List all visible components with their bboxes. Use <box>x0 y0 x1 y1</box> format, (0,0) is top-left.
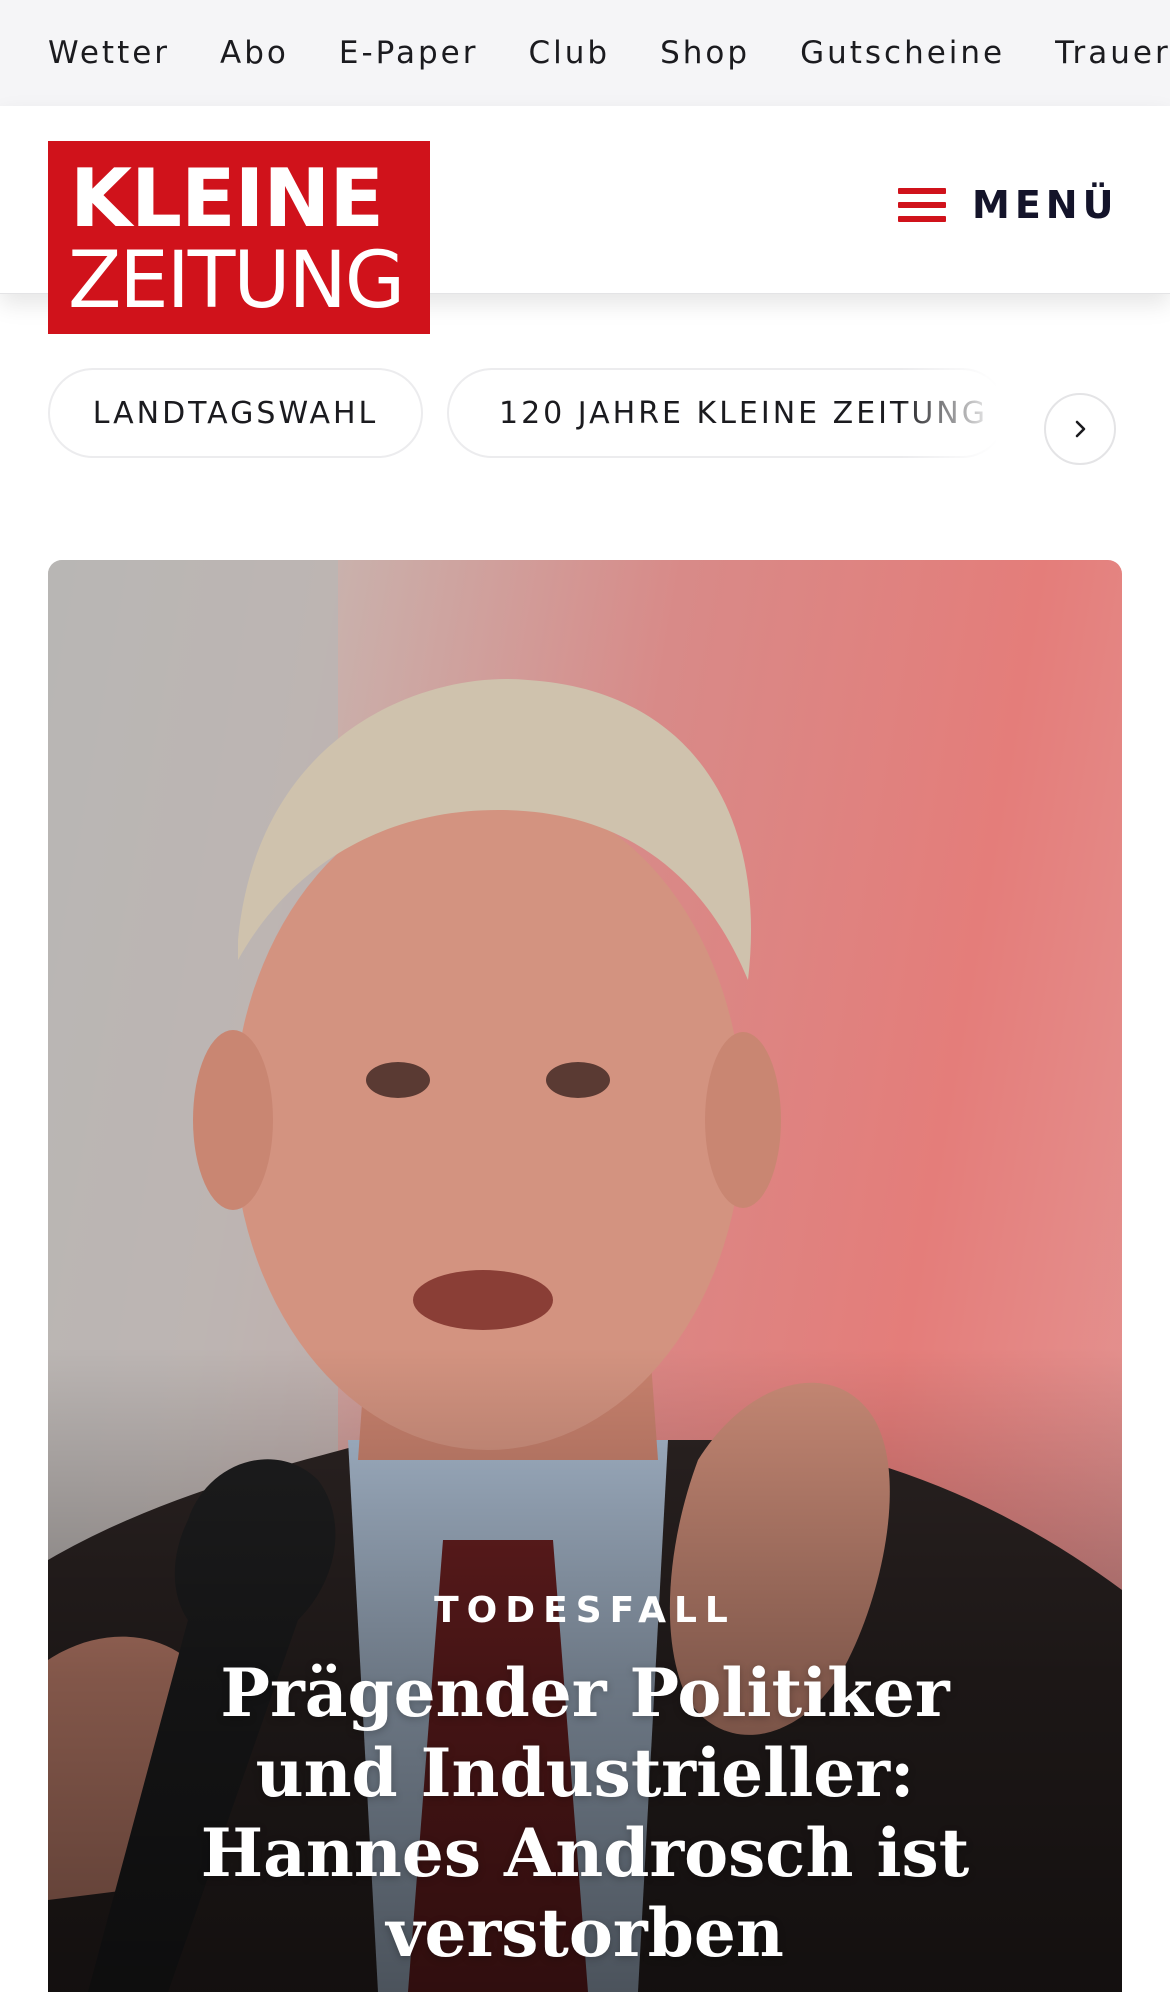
kleine-zeitung-logo[interactable]: KLEINE ZEITUNG <box>48 141 430 334</box>
chevron-right-icon <box>1075 420 1086 438</box>
service-nav-epaper[interactable]: E-Paper <box>339 35 479 71</box>
hero-headline[interactable]: Prägender Politiker und Industrieller: H… <box>48 1653 1122 1973</box>
service-nav: Wetter Abo E-Paper Club Shop Gutscheine … <box>0 0 1170 106</box>
service-nav-club[interactable]: Club <box>528 35 610 71</box>
hero-kicker: TODESFALL <box>434 1590 736 1631</box>
service-nav-abo[interactable]: Abo <box>220 35 289 71</box>
hero-teaser[interactable]: TODESFALL Prägender Politiker und Indust… <box>48 560 1122 1992</box>
logo-line-1: KLEINE <box>70 152 384 245</box>
hero-text-block: TODESFALL Prägender Politiker und Indust… <box>48 1590 1122 1973</box>
hamburger-icon <box>898 188 946 222</box>
service-nav-weather[interactable]: Wetter <box>48 35 170 71</box>
topic-chip-landtagswahl[interactable]: LANDTAGSWAHL <box>48 368 423 458</box>
menu-label: MENÜ <box>972 183 1119 227</box>
site-header: KLEINE ZEITUNG MENÜ <box>0 106 1170 334</box>
service-nav-shop[interactable]: Shop <box>660 35 750 71</box>
service-nav-list: Wetter Abo E-Paper Club Shop Gutscheine … <box>48 0 1170 106</box>
logo-line-2: ZEITUNG <box>68 236 405 326</box>
topic-chips: LANDTAGSWAHL 120 JAHRE KLEINE ZEITUNG <box>0 368 1170 465</box>
service-nav-obituaries[interactable]: Trauerp <box>1055 35 1170 71</box>
menu-button[interactable]: MENÜ <box>898 170 1118 240</box>
chips-next-button[interactable] <box>1044 393 1116 465</box>
service-nav-vouchers[interactable]: Gutscheine <box>800 35 1005 71</box>
chips-fade-overlay <box>900 368 1040 458</box>
